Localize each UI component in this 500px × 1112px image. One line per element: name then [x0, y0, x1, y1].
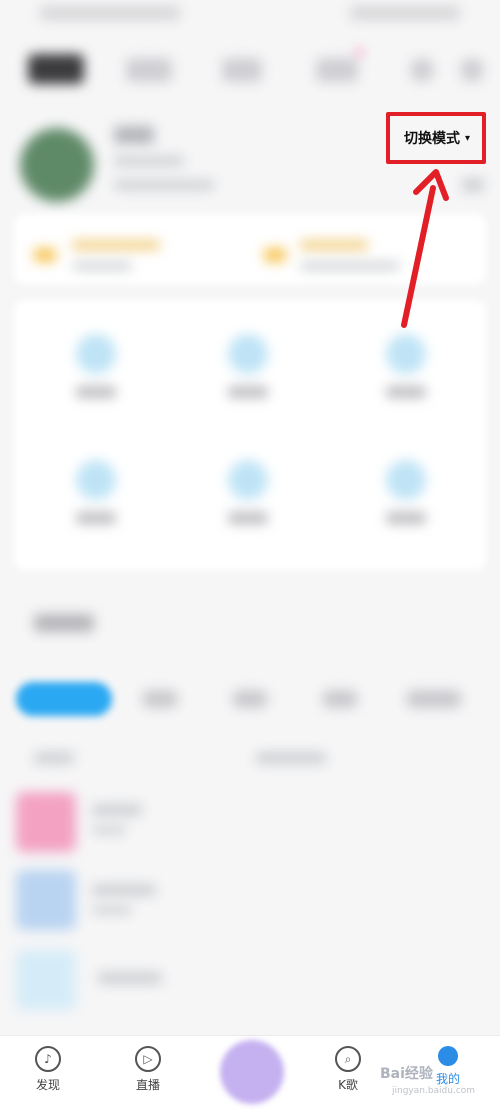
feature-icon[interactable]: [228, 334, 268, 374]
filter-pill[interactable]: [142, 690, 178, 708]
feature-label: [386, 386, 426, 398]
top-tab[interactable]: [316, 50, 362, 82]
nav-item-live[interactable]: ▷ 直播: [118, 1046, 178, 1093]
feature-label: [228, 512, 268, 524]
top-tab[interactable]: [222, 58, 262, 82]
filter-pill[interactable]: [232, 690, 268, 708]
feature-icon[interactable]: [386, 334, 426, 374]
vip-icon: [34, 248, 56, 262]
username: [114, 126, 154, 144]
section-title: [34, 614, 94, 632]
nav-label: K歌: [338, 1078, 358, 1092]
status-bar-right: [350, 6, 460, 20]
playlist-cover[interactable]: [16, 792, 76, 852]
nav-item-karaoke[interactable]: ⌕ K歌: [318, 1046, 378, 1093]
profile-subtext: [114, 156, 184, 166]
top-tab-active[interactable]: [28, 54, 84, 84]
play-icon: ▷: [135, 1046, 161, 1072]
nav-item-discover[interactable]: ♪ 发现: [18, 1046, 78, 1093]
avatar[interactable]: [20, 128, 94, 202]
status-bar-left: [40, 6, 180, 20]
profile-arrow[interactable]: [462, 178, 484, 192]
search-icon[interactable]: [410, 58, 434, 82]
microphone-icon: ⌕: [335, 1046, 361, 1072]
vip-label: [72, 240, 160, 250]
playlist-title: [92, 884, 156, 896]
playlist-cover[interactable]: [16, 870, 76, 930]
feature-label: [386, 512, 426, 524]
top-tab[interactable]: [126, 58, 172, 82]
filter-pill[interactable]: [322, 690, 358, 708]
annotation-highlight-box: [386, 112, 486, 164]
nav-label: 直播: [135, 1078, 160, 1092]
feature-label: [76, 386, 116, 398]
playlist-cover[interactable]: [16, 950, 76, 1010]
feature-icon[interactable]: [76, 334, 116, 374]
feature-label: [76, 512, 116, 524]
vip-label: [300, 240, 368, 250]
feature-icon[interactable]: [228, 460, 268, 500]
vip-sub: [72, 262, 132, 270]
playlist-title: [98, 972, 162, 984]
list-header: [34, 752, 74, 764]
profile-stats: [114, 180, 214, 190]
playlist-title: [92, 804, 142, 816]
playlist-sub: [92, 826, 126, 834]
playlist-sub: [92, 906, 132, 914]
nav-label: 我的: [435, 1072, 460, 1086]
filter-pill-active[interactable]: [16, 682, 112, 716]
feature-icon[interactable]: [386, 460, 426, 500]
music-note-icon: ♪: [35, 1046, 61, 1072]
more-icon[interactable]: [460, 58, 484, 82]
feature-icon[interactable]: [76, 460, 116, 500]
vip-icon: [264, 248, 286, 262]
profile-icon: [438, 1046, 458, 1066]
nav-label: 发现: [35, 1078, 60, 1092]
watermark: Bai经验: [380, 1066, 433, 1082]
feature-label: [228, 386, 268, 398]
list-header-action[interactable]: [256, 752, 326, 764]
watermark-url: jingyan.baidu.com: [392, 1086, 476, 1096]
center-play-button[interactable]: [220, 1040, 284, 1104]
vip-sub: [300, 262, 400, 270]
filter-pill[interactable]: [406, 690, 462, 708]
